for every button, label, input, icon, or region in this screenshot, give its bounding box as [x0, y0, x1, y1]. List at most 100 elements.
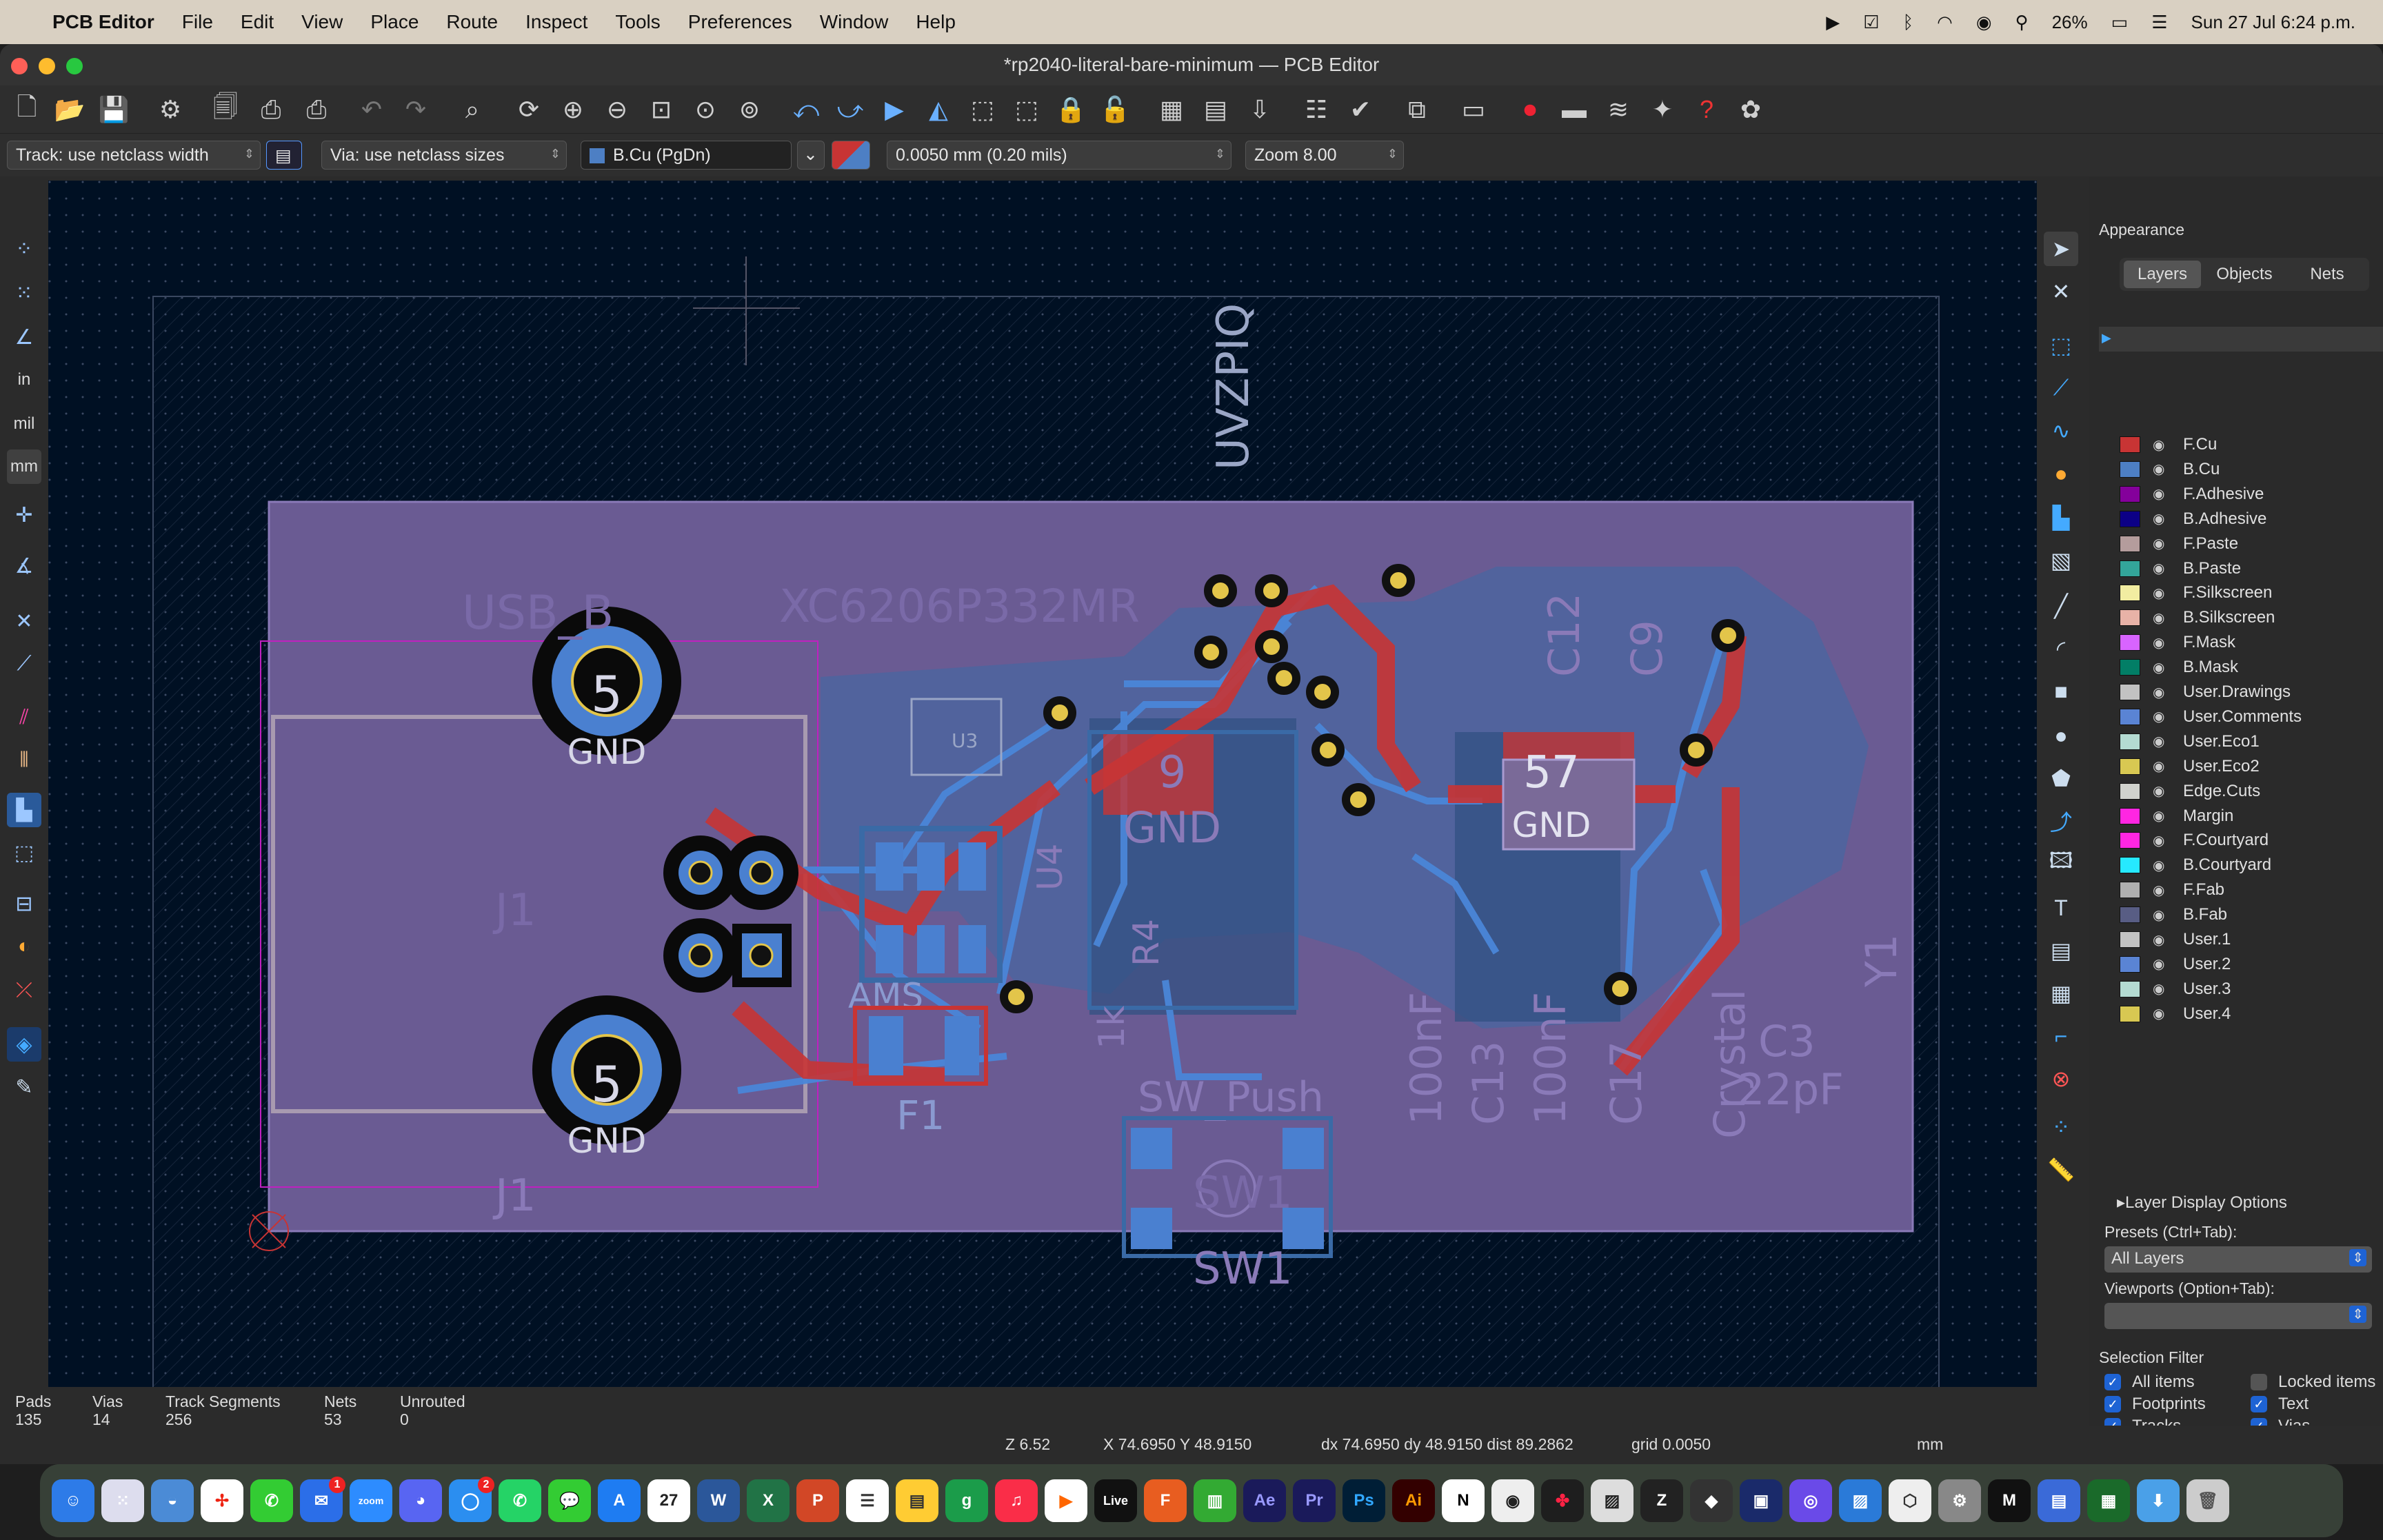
ratsnest-icon[interactable]: ✕: [7, 604, 41, 638]
infuse-icon[interactable]: ▶: [1045, 1479, 1087, 1522]
pcb-calculator-icon[interactable]: ▦: [2087, 1479, 2130, 1522]
eye-icon[interactable]: ◉: [2153, 659, 2168, 676]
layer-row-user-3[interactable]: ◉ User.3: [2120, 977, 2231, 1001]
via-size-select[interactable]: Via: use netclass sizes ⇕: [321, 141, 567, 170]
zoom-app-icon[interactable]: zoom: [350, 1479, 392, 1522]
layer-color-swatch[interactable]: [2120, 807, 2140, 824]
layer-color-swatch[interactable]: [2120, 510, 2140, 527]
ungroup-icon[interactable]: ⬚: [1009, 92, 1044, 127]
footprint-editor-icon[interactable]: ▦: [1154, 92, 1189, 127]
unlock-icon[interactable]: 🔓: [1098, 92, 1132, 127]
menu-view[interactable]: View: [301, 11, 343, 33]
eye-icon[interactable]: ◉: [2153, 733, 2168, 750]
layer-color-swatch[interactable]: [2120, 906, 2140, 924]
page-settings-icon[interactable]: 🗐: [208, 92, 243, 127]
cad-app-icon[interactable]: ▨: [1591, 1479, 1633, 1522]
grammarly-icon[interactable]: g: [945, 1479, 988, 1522]
layer-row-b-silkscreen[interactable]: ◉ B.Silkscreen: [2120, 606, 2275, 629]
footprint-browser-icon[interactable]: ▤: [1198, 92, 1233, 127]
polar-coords-icon[interactable]: ∠: [7, 320, 41, 354]
add-text-icon[interactable]: T: [2044, 891, 2078, 925]
kicad-pcb-icon[interactable]: ▤: [2038, 1479, 2080, 1522]
menu-inspect[interactable]: Inspect: [525, 11, 587, 33]
notion-icon[interactable]: N: [1442, 1479, 1485, 1522]
open-folder-icon[interactable]: 📂: [52, 92, 87, 127]
messenger-icon[interactable]: ✉ 1: [300, 1477, 345, 1522]
plot-icon[interactable]: ⎙: [299, 92, 334, 127]
siri-icon[interactable]: ◉: [1976, 12, 1992, 33]
grid-dots-icon[interactable]: ⁘: [7, 232, 41, 266]
kicad-icon[interactable]: ▣: [1740, 1479, 1782, 1522]
eye-icon[interactable]: ◉: [2153, 535, 2168, 552]
filter-text-checkbox[interactable]: ✓ Text: [2251, 1394, 2309, 1415]
app-menu[interactable]: PCB Editor: [52, 11, 154, 33]
eye-icon[interactable]: ◉: [2153, 832, 2168, 849]
zoom-select[interactable]: Zoom 8.00 ⇕: [1245, 141, 1404, 170]
layer-row-user-2[interactable]: ◉ User.2: [2120, 953, 2231, 976]
plugin-2-icon[interactable]: ≋: [1601, 92, 1636, 127]
zone-outline-icon[interactable]: ⬚: [7, 835, 41, 870]
battery-percent[interactable]: 26%: [2052, 12, 2088, 33]
layer-row-b-cu[interactable]: ◉ B.Cu: [2120, 458, 2220, 481]
print-icon[interactable]: ⎙: [254, 92, 288, 127]
presets-select[interactable]: All Layers ⇕: [2104, 1246, 2372, 1273]
gmail-icon[interactable]: M: [1988, 1479, 2031, 1522]
delete-tool-icon[interactable]: ⊗: [2044, 1062, 2078, 1096]
eye-icon[interactable]: ◉: [2153, 460, 2168, 478]
add-zone-icon[interactable]: ▙: [2044, 500, 2078, 535]
app-store-icon[interactable]: A: [598, 1479, 641, 1522]
mil-units-button[interactable]: mil: [7, 407, 41, 441]
layer-row-margin[interactable]: ◉ Margin: [2120, 804, 2233, 828]
clock[interactable]: Sun 27 Jul 6:24 p.m.: [2191, 12, 2355, 33]
add-table-icon[interactable]: ▦: [2044, 976, 2078, 1011]
layer-color-swatch[interactable]: [2120, 659, 2140, 676]
grid-origin-icon[interactable]: ⁘: [2044, 1110, 2078, 1144]
add-image-icon[interactable]: 🖾: [2044, 847, 2078, 881]
eye-icon[interactable]: ◉: [2153, 684, 2168, 701]
layer-color-swatch[interactable]: [2120, 857, 2140, 874]
rule-area-icon[interactable]: ▧: [2044, 543, 2078, 578]
filter-all-items-checkbox[interactable]: ✓ All items: [2104, 1372, 2195, 1392]
add-footprint-icon[interactable]: ⬚: [2044, 328, 2078, 363]
route-track-icon[interactable]: ⟋: [2044, 371, 2078, 405]
scripting-console-icon[interactable]: ▭: [1456, 92, 1491, 127]
layer-row-b-adhesive[interactable]: ◉ B.Adhesive: [2120, 507, 2266, 531]
layer-color-swatch[interactable]: [2120, 955, 2140, 973]
menu-window[interactable]: Window: [820, 11, 889, 33]
layer-color-swatch[interactable]: [2120, 485, 2140, 503]
update-pcb-icon[interactable]: ⇩: [1243, 92, 1277, 127]
tab-objects[interactable]: Objects: [2204, 261, 2285, 288]
siri-app-icon[interactable]: ◎: [1789, 1479, 1832, 1522]
tab-layers[interactable]: Layers: [2124, 261, 2201, 288]
eye-icon[interactable]: ◉: [2153, 436, 2168, 454]
excel-icon[interactable]: X: [747, 1479, 790, 1522]
layer-row-f-silkscreen[interactable]: ◉ F.Silkscreen: [2120, 581, 2272, 605]
new-board-icon[interactable]: 🗋: [10, 92, 44, 127]
zoom-fit-icon[interactable]: ⊡: [644, 92, 678, 127]
eye-icon[interactable]: ◉: [2153, 609, 2168, 627]
menu-route[interactable]: Route: [446, 11, 498, 33]
grid-select[interactable]: 0.0050 mm (0.20 mils) ⇕: [887, 141, 1231, 170]
layer-color-swatch[interactable]: [2120, 1005, 2140, 1022]
layer-pair-button[interactable]: [832, 141, 870, 170]
draw-rectangle-icon[interactable]: ■: [2044, 674, 2078, 709]
track-width-select[interactable]: Track: use netclass width ⇕: [7, 141, 261, 170]
pcb-canvas[interactable]: 5 GND 5 GND USB_B XC6206P332MR J1 J1 UVZ…: [48, 181, 2037, 1387]
layer-row-f-mask[interactable]: ◉ F.Mask: [2120, 631, 2235, 654]
show-tracks-icon[interactable]: ⫽: [7, 700, 41, 735]
board-setup-icon[interactable]: ⚙: [153, 92, 188, 127]
layer-color-swatch[interactable]: [2120, 684, 2140, 700]
fl-studio-icon[interactable]: F: [1144, 1479, 1187, 1522]
flip-icon[interactable]: ▶: [877, 92, 912, 127]
phone-icon[interactable]: ✆: [250, 1479, 293, 1522]
menu-edit[interactable]: Edit: [241, 11, 274, 33]
menu-tools[interactable]: Tools: [615, 11, 660, 33]
eye-icon[interactable]: ◉: [2153, 485, 2168, 503]
eye-icon[interactable]: ◉: [2153, 634, 2168, 651]
preview-icon[interactable]: ▨: [1839, 1479, 1882, 1522]
find-icon[interactable]: ⌕: [455, 92, 490, 127]
rotate-cw-icon[interactable]: ⤻: [833, 92, 867, 127]
netlist-icon[interactable]: ☷: [1299, 92, 1334, 127]
numbers-icon[interactable]: ▥: [1194, 1479, 1236, 1522]
grid-overrides-icon[interactable]: ⁙: [7, 276, 41, 310]
